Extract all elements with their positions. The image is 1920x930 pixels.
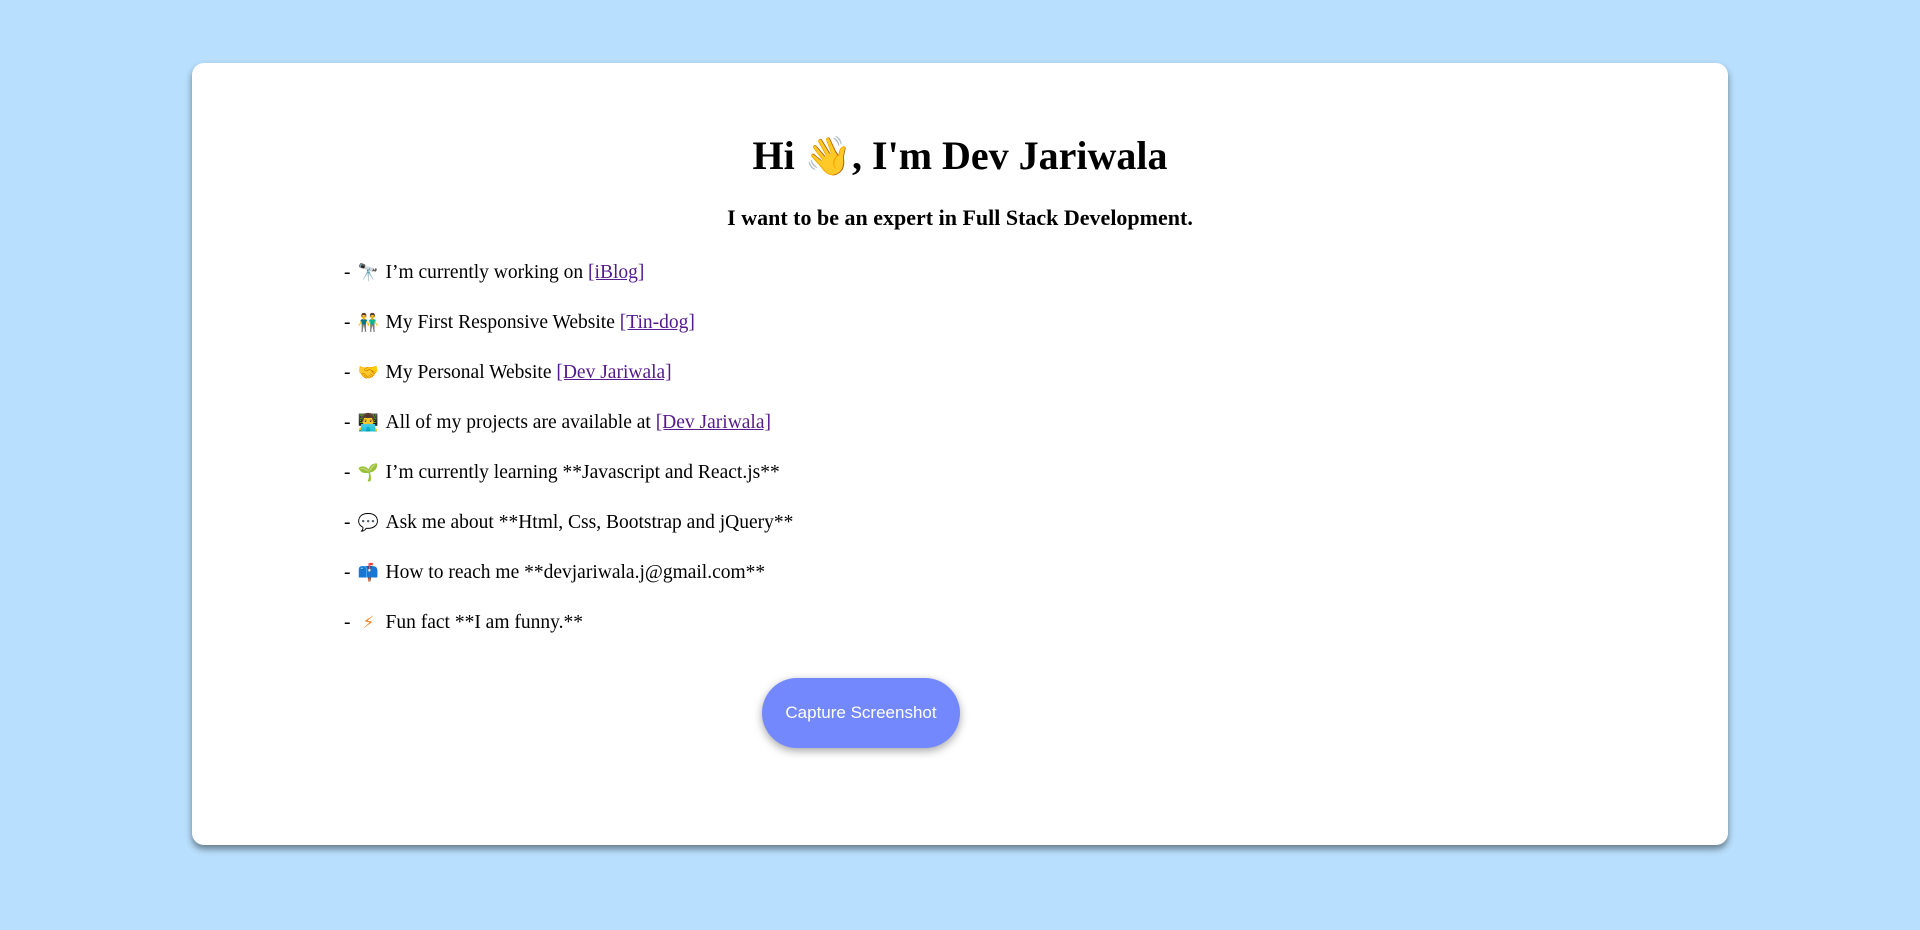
title-suffix: , I'm Dev Jariwala (852, 133, 1168, 178)
list-item-text: Ask me about **Html, Css, Bootstrap and … (385, 512, 794, 533)
list-item-ask-me: - 💬 Ask me about **Html, Css, Bootstrap an… (344, 511, 793, 561)
list-item-learning: - 🌱 I’m currently learning **Javascript an… (344, 461, 793, 511)
profile-card: Hi 👋, I'm Dev Jariwala I want to be an e… (192, 63, 1728, 845)
list-item-projects: - 👨‍💻 All of my projects are available at … (344, 411, 793, 461)
list-item-fun-fact: - ⚡ Fun fact **I am funny.** (344, 611, 793, 661)
technologist-icon: 👨‍💻 (357, 413, 380, 433)
list-dash: - (344, 362, 351, 383)
list-dash: - (344, 512, 351, 533)
list-dash: - (344, 412, 351, 433)
capture-screenshot-button[interactable]: Capture Screenshot (762, 678, 960, 748)
list-dash: - (344, 312, 351, 333)
handshake-icon: 🤝 (357, 363, 380, 383)
list-item-first-website: - 👬 My First Responsive Website [Tin-dog] (344, 311, 793, 361)
projects-link[interactable]: [Dev Jariwala] (656, 412, 771, 433)
list-dash: - (344, 462, 351, 483)
list-dash: - (344, 612, 351, 633)
personal-website-link[interactable]: [Dev Jariwala] (556, 362, 671, 383)
list-item-text: My Personal Website (385, 362, 557, 383)
list-item-text: My First Responsive Website (385, 312, 620, 333)
page-title: Hi 👋, I'm Dev Jariwala (192, 130, 1728, 182)
page-subtitle: I want to be an expert in Full Stack Dev… (727, 205, 1193, 230)
list-item-text: How to reach me **devjariwala.j@gmail.co… (385, 562, 766, 583)
telescope-icon: 🔭 (357, 263, 380, 283)
list-item-personal-website: - 🤝 My Personal Website [Dev Jariwala] (344, 361, 793, 411)
waving-hand-icon: 👋 (804, 134, 853, 178)
two-men-icon: 👬 (357, 313, 380, 333)
iblog-link[interactable]: [iBlog] (588, 262, 644, 283)
tin-dog-link[interactable]: [Tin-dog] (620, 312, 695, 333)
list-item-working-on: - 🔭 I’m currently working on [iBlog] (344, 261, 793, 311)
seedling-icon: 🌱 (357, 463, 380, 483)
list-item-text: Fun fact **I am funny.** (385, 612, 584, 633)
list-dash: - (344, 562, 351, 583)
list-item-text: I’m currently working on (385, 262, 589, 283)
speech-bubble-icon: 💬 (357, 513, 380, 533)
list-item-text: All of my projects are available at (385, 412, 656, 433)
list-item-reach-me: - 📫 How to reach me **devjariwala.j@gmail.… (344, 561, 793, 611)
list-dash: - (344, 262, 351, 283)
list-item-text: I’m currently learning **Javascript and … (385, 462, 780, 483)
info-list: - 🔭 I’m currently working on [iBlog] - 👬 My … (344, 261, 793, 661)
title-prefix: Hi (752, 133, 805, 178)
lightning-icon: ⚡ (362, 613, 375, 633)
mailbox-icon: 📫 (357, 563, 380, 583)
